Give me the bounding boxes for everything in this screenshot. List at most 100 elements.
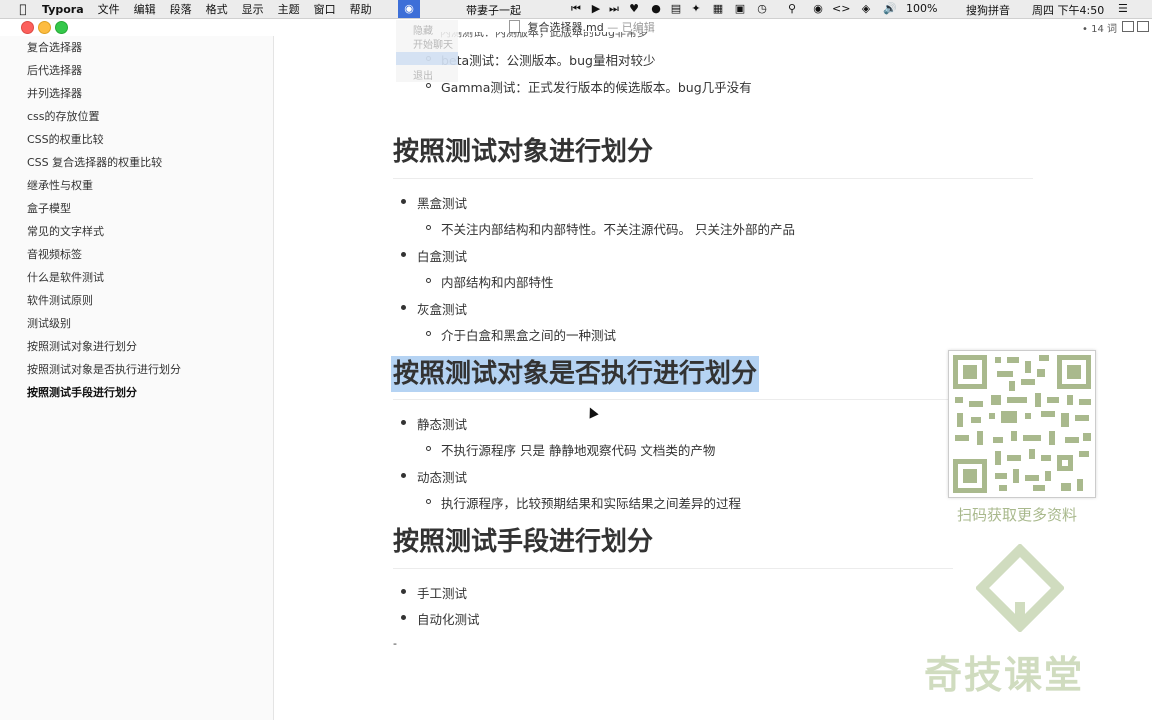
previous-track-icon[interactable]: ⏮ <box>568 2 584 16</box>
outline-item[interactable]: 后代选择器 <box>27 62 82 78</box>
menubar-clock[interactable]: 周四 下午4:50 <box>1032 2 1104 18</box>
sidebar-toggle-icon[interactable] <box>1122 21 1134 32</box>
sub-bullet <box>426 446 431 451</box>
heading-divider <box>393 568 953 569</box>
menu-bar:  Typora 文件 编辑 段落 格式 显示 主题 窗口 帮助 ◉ 带妻子一起… <box>0 0 1152 19</box>
window-minimize-button[interactable] <box>38 21 51 34</box>
outline-item[interactable]: CSS 复合选择器的权重比较 <box>27 154 162 170</box>
popup-menu-item[interactable]: 开始聊天 <box>413 36 453 51</box>
outline-item[interactable]: 什么是软件测试 <box>27 269 104 285</box>
list-item[interactable]: 动态测试 <box>417 467 467 486</box>
popup-menu-item[interactable]: 退出 <box>413 67 433 82</box>
bullet <box>401 420 406 425</box>
sub-bullet <box>426 225 431 230</box>
menu-help[interactable]: 帮助 <box>350 1 372 17</box>
notification-center-icon[interactable]: ☰ <box>1118 2 1128 15</box>
heart-icon[interactable]: ♥ <box>626 2 642 16</box>
menu-theme[interactable]: 主题 <box>278 1 300 17</box>
qr-code <box>948 350 1096 498</box>
sub-list-item[interactable]: 内部结构和内部特性 <box>441 272 554 291</box>
next-track-icon[interactable]: ⏭ <box>606 2 622 16</box>
list-item[interactable]: 白盒测试 <box>417 246 467 265</box>
sub-list-item[interactable]: 不关注内部结构和内部特性。不关注源代码。 只关注外部的产品 <box>441 219 795 238</box>
list-item[interactable]: 自动化测试 <box>417 609 480 628</box>
menu-paragraph[interactable]: 段落 <box>170 1 192 17</box>
mouse-cursor-icon <box>585 405 599 419</box>
popup-selection <box>396 52 458 65</box>
outline-item[interactable]: 按照测试对象是否执行进行划分 <box>27 361 181 377</box>
list-item[interactable]: 手工测试 <box>417 583 467 602</box>
outline-item[interactable]: 复合选择器 <box>27 39 82 55</box>
wifi-icon[interactable]: ◈ <box>858 2 874 16</box>
outline-item[interactable]: 盒子模型 <box>27 200 71 216</box>
watermark-text: 奇技课堂 <box>924 653 1085 697</box>
menu-file[interactable]: 文件 <box>98 1 120 17</box>
sub-list-item[interactable]: 介于白盒和黑盒之间的一种测试 <box>441 325 616 344</box>
outline-item[interactable]: css的存放位置 <box>27 108 100 124</box>
volume-icon[interactable]: 🔊 <box>882 2 898 16</box>
sub-list-item[interactable]: 不执行源程序 只是 静静地观察代码 文档类的产物 <box>441 440 715 459</box>
list-item[interactable]: Gamma测试：正式发行版本的候选版本。bug几乎没有 <box>441 77 752 96</box>
outline-item[interactable]: 测试级别 <box>27 315 71 331</box>
window-fullscreen-button[interactable] <box>55 21 68 34</box>
input-method[interactable]: 搜狗拼音 <box>966 2 1010 18</box>
search-icon[interactable]: ⚲ <box>784 2 800 16</box>
list-item[interactable]: beta测试：公测版本。bug量相对较少 <box>441 50 655 69</box>
menu-window[interactable]: 窗口 <box>314 1 336 17</box>
sub-bullet <box>426 499 431 504</box>
outline-item[interactable]: 并列选择器 <box>27 85 82 101</box>
trailing-text[interactable]: - <box>393 637 397 650</box>
siri-icon[interactable]: ◉ <box>810 2 826 16</box>
now-playing-title: 带妻子一起 <box>466 4 521 17</box>
screen-icon[interactable]: ▣ <box>732 2 748 16</box>
bullet <box>401 305 406 310</box>
outline-item[interactable]: 常见的文字样式 <box>27 223 104 239</box>
pinwheel-icon[interactable]: ✦ <box>688 2 704 16</box>
bullet <box>401 199 406 204</box>
outline-item[interactable]: CSS的权重比较 <box>27 131 104 147</box>
battery-status[interactable]: 100% <box>906 2 937 15</box>
outline-item[interactable]: 软件测试原则 <box>27 292 93 308</box>
outline-sidebar: 复合选择器 后代选择器 并列选择器 css的存放位置 CSS的权重比较 CSS … <box>0 36 274 720</box>
list-item[interactable]: 灰盒测试 <box>417 299 467 318</box>
bullet <box>401 589 406 594</box>
section-heading-selected[interactable]: 按照测试对象是否执行进行划分 <box>391 356 760 392</box>
outline-item-active[interactable]: 按照测试手段进行划分 <box>27 384 137 400</box>
section-heading[interactable]: 按照测试对象进行划分 <box>393 134 653 170</box>
menu-view[interactable]: 显示 <box>242 1 264 17</box>
sub-bullet <box>426 331 431 336</box>
menu-edit[interactable]: 编辑 <box>134 1 156 17</box>
window-manager-icon[interactable]: ▦ <box>710 2 726 16</box>
sub-bullet <box>426 278 431 283</box>
section-heading[interactable]: 按照测试手段进行划分 <box>393 524 653 560</box>
sub-bullet <box>426 83 431 88</box>
qr-caption: 扫码获取更多资料 <box>957 506 1078 524</box>
fading-popup-menu: 隐藏 开始聊天 退出 <box>396 20 458 82</box>
bullet <box>401 473 406 478</box>
heading-divider <box>393 399 953 400</box>
outline-item[interactable]: 继承性与权重 <box>27 177 93 193</box>
outline-item[interactable]: 音视频标签 <box>27 246 82 262</box>
bullet <box>401 615 406 620</box>
share-icon[interactable]: ● <box>648 2 664 16</box>
menu-format[interactable]: 格式 <box>206 1 228 17</box>
code-icon[interactable]: <> <box>832 2 850 16</box>
qr-code-image <box>953 355 1091 493</box>
menu-app-name[interactable]: Typora <box>42 3 84 16</box>
list-item[interactable]: 静态测试 <box>417 414 467 433</box>
clock-icon[interactable]: ◷ <box>754 2 770 16</box>
popup-menu-item[interactable]: 隐藏 <box>413 22 433 37</box>
sub-list-item[interactable]: 执行源程序，比较预期结果和实际结果之间差异的过程 <box>441 493 741 512</box>
document-icon <box>509 20 520 33</box>
apple-menu-icon[interactable]:  <box>14 2 32 16</box>
layout-toggle-icon[interactable] <box>1137 21 1149 32</box>
word-count[interactable]: • 14 词 <box>1082 20 1117 35</box>
menubar-app-icon[interactable]: ◉ <box>398 0 420 18</box>
toolbox-icon[interactable]: ▤ <box>668 2 684 16</box>
window-close-button[interactable] <box>21 21 34 34</box>
outline-item[interactable]: 按照测试对象进行划分 <box>27 338 137 354</box>
list-item[interactable]: 黑盒测试 <box>417 193 467 212</box>
play-icon[interactable]: ▶ <box>588 2 604 16</box>
bullet <box>401 252 406 257</box>
heading-divider <box>393 178 1033 179</box>
